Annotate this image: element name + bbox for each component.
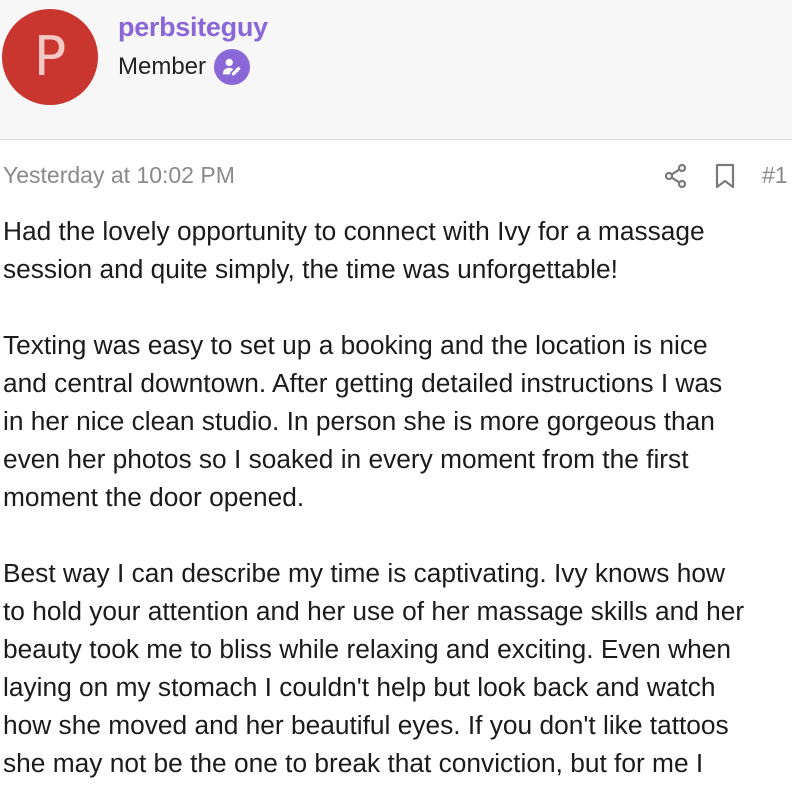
post-timestamp[interactable]: Yesterday at 10:02 PM (3, 162, 235, 189)
user-title: Member (118, 53, 207, 80)
post-body: Had the lovely opportunity to connect wi… (3, 212, 792, 792)
post-number-link[interactable]: #1 (762, 162, 788, 189)
member-badge-icon (214, 49, 251, 85)
user-edit-icon (222, 58, 241, 76)
post-paragraph: Texting was easy to set up a booking and… (3, 330, 723, 512)
user-title-row: Member (118, 49, 251, 85)
post-paragraph: Best way I can describe my time is capti… (3, 558, 745, 778)
forum-post: P perbsiteguy Member Yesterday at 10:02 … (0, 0, 792, 792)
share-icon[interactable] (662, 162, 690, 190)
post-meta: Yesterday at 10:02 PM #1 (0, 158, 792, 194)
post-paragraph: Had the lovely opportunity to connect wi… (3, 216, 705, 284)
avatar[interactable]: P (2, 9, 98, 105)
user-header: P perbsiteguy Member (0, 0, 792, 140)
bookmark-icon[interactable] (711, 162, 739, 190)
username-link[interactable]: perbsiteguy (118, 12, 268, 43)
